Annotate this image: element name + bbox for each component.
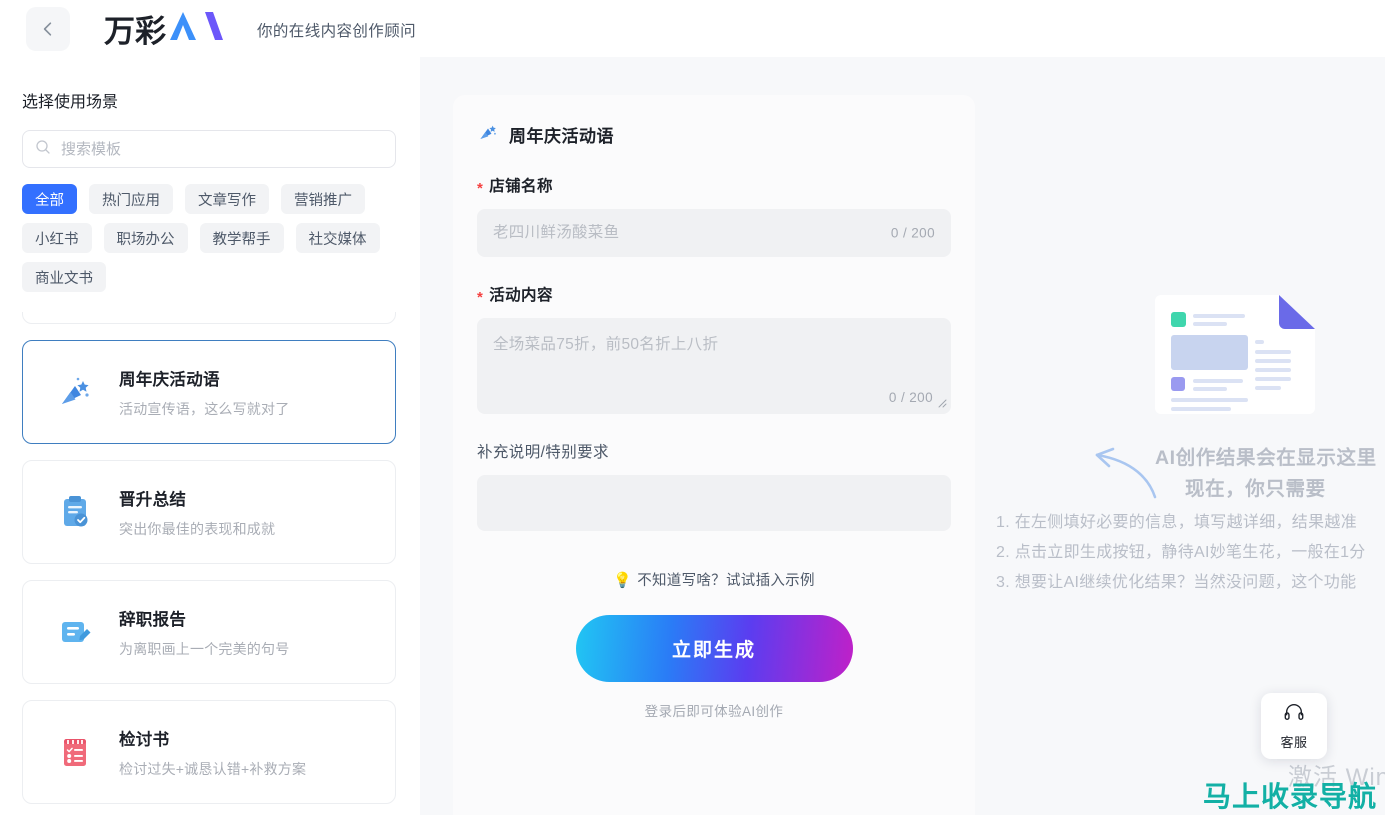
template-card-anniversary[interactable]: 周年庆活动语 活动宣传语，这么写就对了 — [22, 340, 396, 444]
headline-line-2: 现在，你只需要 — [1185, 478, 1326, 500]
brand-logo[interactable]: 万彩 — [104, 9, 225, 48]
form-header: 周年庆活动语 — [453, 95, 975, 148]
generation-form-card: 周年庆活动语 * 店铺名称 0 / 200 * 活动内容 — [453, 95, 975, 815]
shop-name-input-wrap[interactable]: 0 / 200 — [477, 209, 951, 257]
required-marker: * — [477, 289, 484, 306]
char-counter: 0 / 200 — [888, 390, 933, 405]
template-list[interactable]: 清晰新政策、推动新目标 周年庆 — [0, 312, 420, 815]
chip-label: 商业文书 — [35, 270, 93, 287]
template-desc: 突出你最佳的表现和成就 — [119, 520, 276, 537]
app-root: 万彩 你的在线内容创作顾问 选择使用场景 搜索模板 全部 热门应用 文章写作 营… — [0, 0, 1385, 815]
checklist-red-icon — [53, 730, 97, 774]
main-content: 周年庆活动语 * 店铺名称 0 / 200 * 活动内容 — [420, 57, 1385, 815]
chip-all[interactable]: 全部 — [22, 184, 77, 214]
chip-label: 全部 — [35, 192, 64, 209]
activity-content-input-wrap[interactable]: 全场菜品75折，前50名折上八折 0 / 200 — [477, 318, 951, 414]
chip-label: 营销推广 — [294, 192, 352, 209]
chip-label: 教学帮手 — [212, 231, 271, 248]
template-desc: 为离职画上一个完美的句号 — [119, 640, 290, 657]
chip-label: 文章写作 — [198, 192, 256, 209]
shop-name-input[interactable] — [493, 224, 935, 242]
ai-logo-icon — [169, 9, 225, 48]
template-search-box[interactable] — [22, 130, 396, 168]
field-label: * 店铺名称 — [477, 174, 951, 197]
party-popper-icon — [477, 121, 499, 148]
template-card-partial[interactable]: 清晰新政策、推动新目标 — [22, 312, 396, 324]
chip-label: 职场办公 — [116, 231, 175, 248]
field-label-text: 活动内容 — [489, 287, 553, 304]
field-label-text: 店铺名称 — [489, 178, 553, 195]
sidebar-title: 选择使用场景 — [22, 94, 119, 111]
chip-business-docs[interactable]: 商业文书 — [22, 262, 106, 292]
curved-arrow-left-icon — [1085, 445, 1165, 505]
megaphone-icon — [53, 312, 97, 317]
document-pen-icon — [53, 610, 97, 654]
step-3: 3. 想要让AI继续优化结果？当然没问题，这个功能 — [996, 574, 1357, 591]
extra-notes-input[interactable] — [477, 475, 951, 531]
headline-line-1: AI创作结果会在显示这里 — [1155, 447, 1377, 469]
back-button[interactable] — [26, 6, 70, 51]
template-name: 辞职报告 — [119, 610, 187, 629]
chip-label: 社交媒体 — [308, 231, 367, 248]
char-counter: 0 / 200 — [890, 225, 935, 241]
chip-workplace[interactable]: 职场办公 — [103, 223, 188, 253]
lightbulb-icon: 💡 — [613, 571, 633, 589]
preview-headline: AI创作结果会在显示这里 现在，你只需要 — [1155, 443, 1385, 505]
customer-service-label: 客服 — [1280, 735, 1308, 750]
site-watermark: 马上收录导航 — [1203, 781, 1378, 812]
template-name: 检讨书 — [119, 730, 170, 749]
chip-label: 热门应用 — [102, 192, 160, 209]
insert-example-text: 不知道写啥？试试插入示例 — [637, 573, 815, 589]
preview-steps: 1. 在左侧填好必要的信息，填写越详细，结果越准 2. 点击立即生成按钮，静待A… — [996, 508, 1385, 598]
template-name: 晋升总结 — [119, 490, 187, 509]
extra-notes-input-wrap[interactable] — [477, 475, 951, 531]
document-preview-illustration — [1155, 295, 1315, 425]
chip-hot-apps[interactable]: 热门应用 — [89, 184, 173, 214]
app-header: 万彩 你的在线内容创作顾问 — [0, 0, 1385, 57]
generate-button[interactable]: 立即生成 — [575, 615, 853, 682]
field-activity-content: * 活动内容 全场菜品75折，前50名折上八折 0 / 200 — [453, 283, 975, 414]
category-chip-group: 全部 热门应用 文章写作 营销推广 小红书 职场办公 教学帮手 社交媒体 商业文… — [22, 184, 402, 292]
step-1: 1. 在左侧填好必要的信息，填写越详细，结果越准 — [996, 514, 1357, 531]
submit-area: 立即生成 登录后即可体验AI创作 — [453, 615, 975, 720]
field-shop-name: * 店铺名称 0 / 200 — [453, 174, 975, 257]
brand-name: 万彩 — [104, 14, 166, 50]
customer-service-button[interactable]: 客服 — [1261, 693, 1327, 759]
template-card-self-criticism[interactable]: 检讨书 检讨过失+诚恳认错+补救方案 — [22, 700, 396, 804]
chip-xiaohongshu[interactable]: 小红书 — [22, 223, 92, 253]
activity-content-placeholder: 全场菜品75折，前50名折上八折 — [493, 336, 719, 353]
search-icon — [35, 139, 51, 160]
field-label: * 活动内容 — [477, 283, 951, 306]
party-popper-icon — [53, 370, 97, 414]
search-input[interactable] — [61, 140, 383, 158]
chevron-left-icon — [38, 19, 58, 39]
form-title: 周年庆活动语 — [509, 127, 614, 146]
chip-marketing[interactable]: 营销推广 — [281, 184, 365, 214]
sidebar: 选择使用场景 全部 热门应用 文章写作 营销推广 小红书 职场办公 教学帮手 社… — [0, 57, 420, 815]
header-tagline: 你的在线内容创作顾问 — [257, 22, 417, 40]
template-name: 周年庆活动语 — [119, 370, 220, 389]
chip-label: 小红书 — [35, 231, 79, 248]
chip-social-media[interactable]: 社交媒体 — [295, 223, 380, 253]
chip-article-writing[interactable]: 文章写作 — [185, 184, 269, 214]
step-2: 2. 点击立即生成按钮，静待AI妙笔生花，一般在1分 — [996, 544, 1366, 561]
headset-icon — [1283, 701, 1305, 728]
chip-teaching[interactable]: 教学帮手 — [199, 223, 284, 253]
login-note: 登录后即可体验AI创作 — [644, 704, 784, 719]
template-card-promotion-summary[interactable]: 晋升总结 突出你最佳的表现和成就 — [22, 460, 396, 564]
template-desc: 检讨过失+诚恳认错+补救方案 — [119, 760, 307, 777]
field-label-text: 补充说明/特别要求 — [477, 444, 609, 461]
template-desc: 活动宣传语，这么写就对了 — [119, 400, 290, 417]
insert-example-link[interactable]: 💡 不知道写啥？试试插入示例 — [453, 569, 975, 590]
field-label: 补充说明/特别要求 — [477, 440, 951, 462]
field-extra-notes: 补充说明/特别要求 — [453, 440, 975, 531]
clipboard-check-icon — [53, 490, 97, 534]
required-marker: * — [477, 180, 484, 197]
template-card-resignation-report[interactable]: 辞职报告 为离职画上一个完美的句号 — [22, 580, 396, 684]
resize-handle-icon[interactable] — [937, 397, 947, 411]
